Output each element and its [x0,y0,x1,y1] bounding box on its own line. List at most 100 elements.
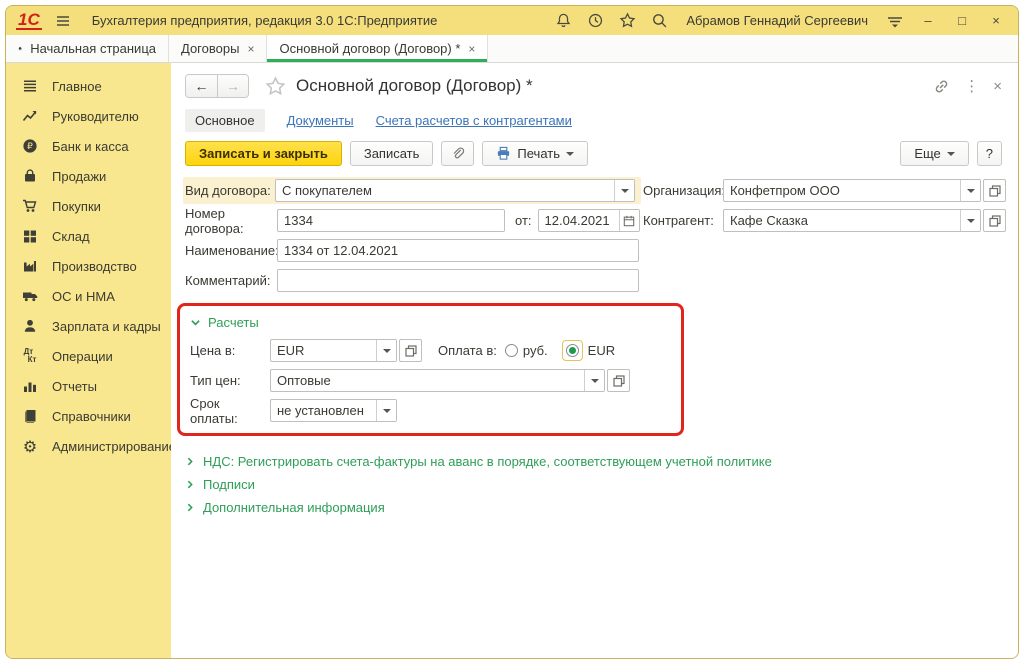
bar-chart-icon [21,378,39,394]
comment-input[interactable] [277,269,639,292]
sidebar-item-pokupki[interactable]: Покупки [6,191,171,221]
help-button[interactable]: ? [977,141,1002,166]
get-link-icon[interactable] [933,78,950,95]
grid-boxes-icon [21,228,39,244]
calendar-icon[interactable] [619,210,639,231]
name-input[interactable]: 1334 от 12.04.2021 [277,239,639,262]
ruble-circle-icon: ₽ [21,138,39,154]
main-menu-icon[interactable] [52,10,74,32]
notifications-bell-icon[interactable] [552,10,574,32]
contract-type-label: Вид договора: [183,183,275,198]
dropdown-arrow-icon[interactable] [960,210,980,231]
close-window-button[interactable]: × [984,13,1008,28]
sidebar-item-operacii[interactable]: ДтКт Операции [6,341,171,371]
counterparty-select[interactable]: Кафе Сказка [723,209,981,232]
date-label: от: [515,213,532,228]
svg-text:₽: ₽ [27,142,33,152]
sidebar-item-glavnoe[interactable]: Главное [6,71,171,101]
debit-credit-icon: ДтКт [21,348,39,364]
dropdown-caret-icon [566,152,574,160]
tab-scheta-raschetov[interactable]: Счета расчетов с контрагентами [376,113,572,128]
favorite-star-icon[interactable] [265,76,286,97]
counterparty-label: Контрагент: [643,213,723,228]
tab-osnovnoe[interactable]: Основное [185,109,265,132]
tab-osnovnoy-dogovor[interactable]: Основной договор (Договор) * × [267,35,488,62]
sidebar-item-rukovoditelyu[interactable]: Руководителю [6,101,171,131]
history-nav-group: ← → [185,74,249,98]
dropdown-arrow-icon[interactable] [376,340,396,361]
save-button[interactable]: Записать [350,141,434,166]
tab-home-page[interactable]: Начальная страница [6,35,169,62]
price-type-label: Тип цен: [190,373,270,388]
tab-dogovory[interactable]: Договоры × [169,35,267,62]
radio-eur[interactable] [566,344,579,357]
current-user-name[interactable]: Абрамов Геннадий Сергеевич [686,13,868,28]
contract-date-input[interactable]: 12.04.2021 [538,209,640,232]
tab-dokumenty[interactable]: Документы [287,113,354,128]
service-menu-icon[interactable] [884,10,906,32]
tab-close-icon[interactable]: × [247,42,254,56]
section-nds[interactable]: НДС: Регистрировать счета-фактуры на ава… [185,450,1002,473]
contract-number-label: Номер договора: [185,206,277,236]
price-type-open-button[interactable] [607,369,630,392]
close-form-icon[interactable]: × [993,78,1002,95]
sidebar-item-zarplata-i-kadry[interactable]: Зарплата и кадры [6,311,171,341]
tab-close-icon[interactable]: × [468,42,475,56]
more-dots-icon[interactable]: ⋮ [964,77,979,95]
more-actions-button[interactable]: Еще [900,141,968,166]
sidebar-item-sklad[interactable]: Склад [6,221,171,251]
chevron-right-icon [185,502,195,513]
contract-number-input[interactable]: 1334 [277,209,505,232]
printer-icon [496,146,511,161]
counterparty-open-button[interactable] [983,209,1006,232]
sidebar-item-bank-i-kassa[interactable]: ₽ Банк и касса [6,131,171,161]
sidebar-item-spravochniki[interactable]: Справочники [6,401,171,431]
print-button[interactable]: Печать [482,141,588,166]
price-type-select[interactable]: Оптовые [270,369,605,392]
section-podpisi[interactable]: Подписи [185,473,1002,496]
person-icon [21,318,39,334]
radio-eur-label[interactable]: EUR [588,343,615,358]
history-icon[interactable] [584,10,606,32]
sidebar-item-label: Покупки [52,199,101,214]
home-icon [18,41,22,56]
sidebar-item-administrirovanie[interactable]: ⚙ Администрирование [6,431,171,461]
price-in-select[interactable]: EUR [270,339,397,362]
radio-eur-focus-ring [562,340,583,361]
form-nav-tabs: Основное Документы Счета расчетов с конт… [185,107,1002,133]
attachments-button[interactable] [441,141,474,166]
calculations-section-header[interactable]: Расчеты [190,311,669,333]
dropdown-arrow-icon[interactable] [584,370,604,391]
sidebar-item-label: Главное [52,79,102,94]
sidebar-item-proizvodstvo[interactable]: Производство [6,251,171,281]
cart-icon [21,198,39,214]
radio-rub-label[interactable]: руб. [523,343,548,358]
dropdown-arrow-icon[interactable] [614,180,634,201]
section-dop-informaciya[interactable]: Дополнительная информация [185,496,1002,519]
search-icon[interactable] [648,10,670,32]
sidebar-item-prodazhi[interactable]: Продажи [6,161,171,191]
sidebar-item-label: Продажи [52,169,106,184]
back-button[interactable]: ← [186,75,217,97]
sidebar-item-os-i-nma[interactable]: ОС и НМА [6,281,171,311]
radio-rub[interactable] [505,344,518,357]
organization-open-button[interactable] [983,179,1006,202]
open-in-window-icon [613,375,625,387]
payment-in-label: Оплата в: [438,343,497,358]
open-windows-tab-bar: Начальная страница Договоры × Основной д… [6,35,1018,63]
forward-button[interactable]: → [217,75,248,97]
payment-term-label: Срок оплаты: [190,396,270,426]
name-label: Наименование: [185,243,277,258]
dropdown-arrow-icon[interactable] [960,180,980,201]
save-and-close-button[interactable]: Записать и закрыть [185,141,342,166]
minimize-button[interactable]: – [916,13,940,28]
price-in-open-button[interactable] [399,339,422,362]
contract-type-select[interactable]: С покупателем [275,179,635,202]
payment-term-select[interactable]: не установлен [270,399,397,422]
dropdown-arrow-icon[interactable] [376,400,396,421]
favorites-star-icon[interactable] [616,10,638,32]
maximize-button[interactable]: □ [950,13,974,28]
organization-select[interactable]: Конфетпром ООО [723,179,981,202]
sidebar-item-label: Справочники [52,409,131,424]
sidebar-item-otchety[interactable]: Отчеты [6,371,171,401]
